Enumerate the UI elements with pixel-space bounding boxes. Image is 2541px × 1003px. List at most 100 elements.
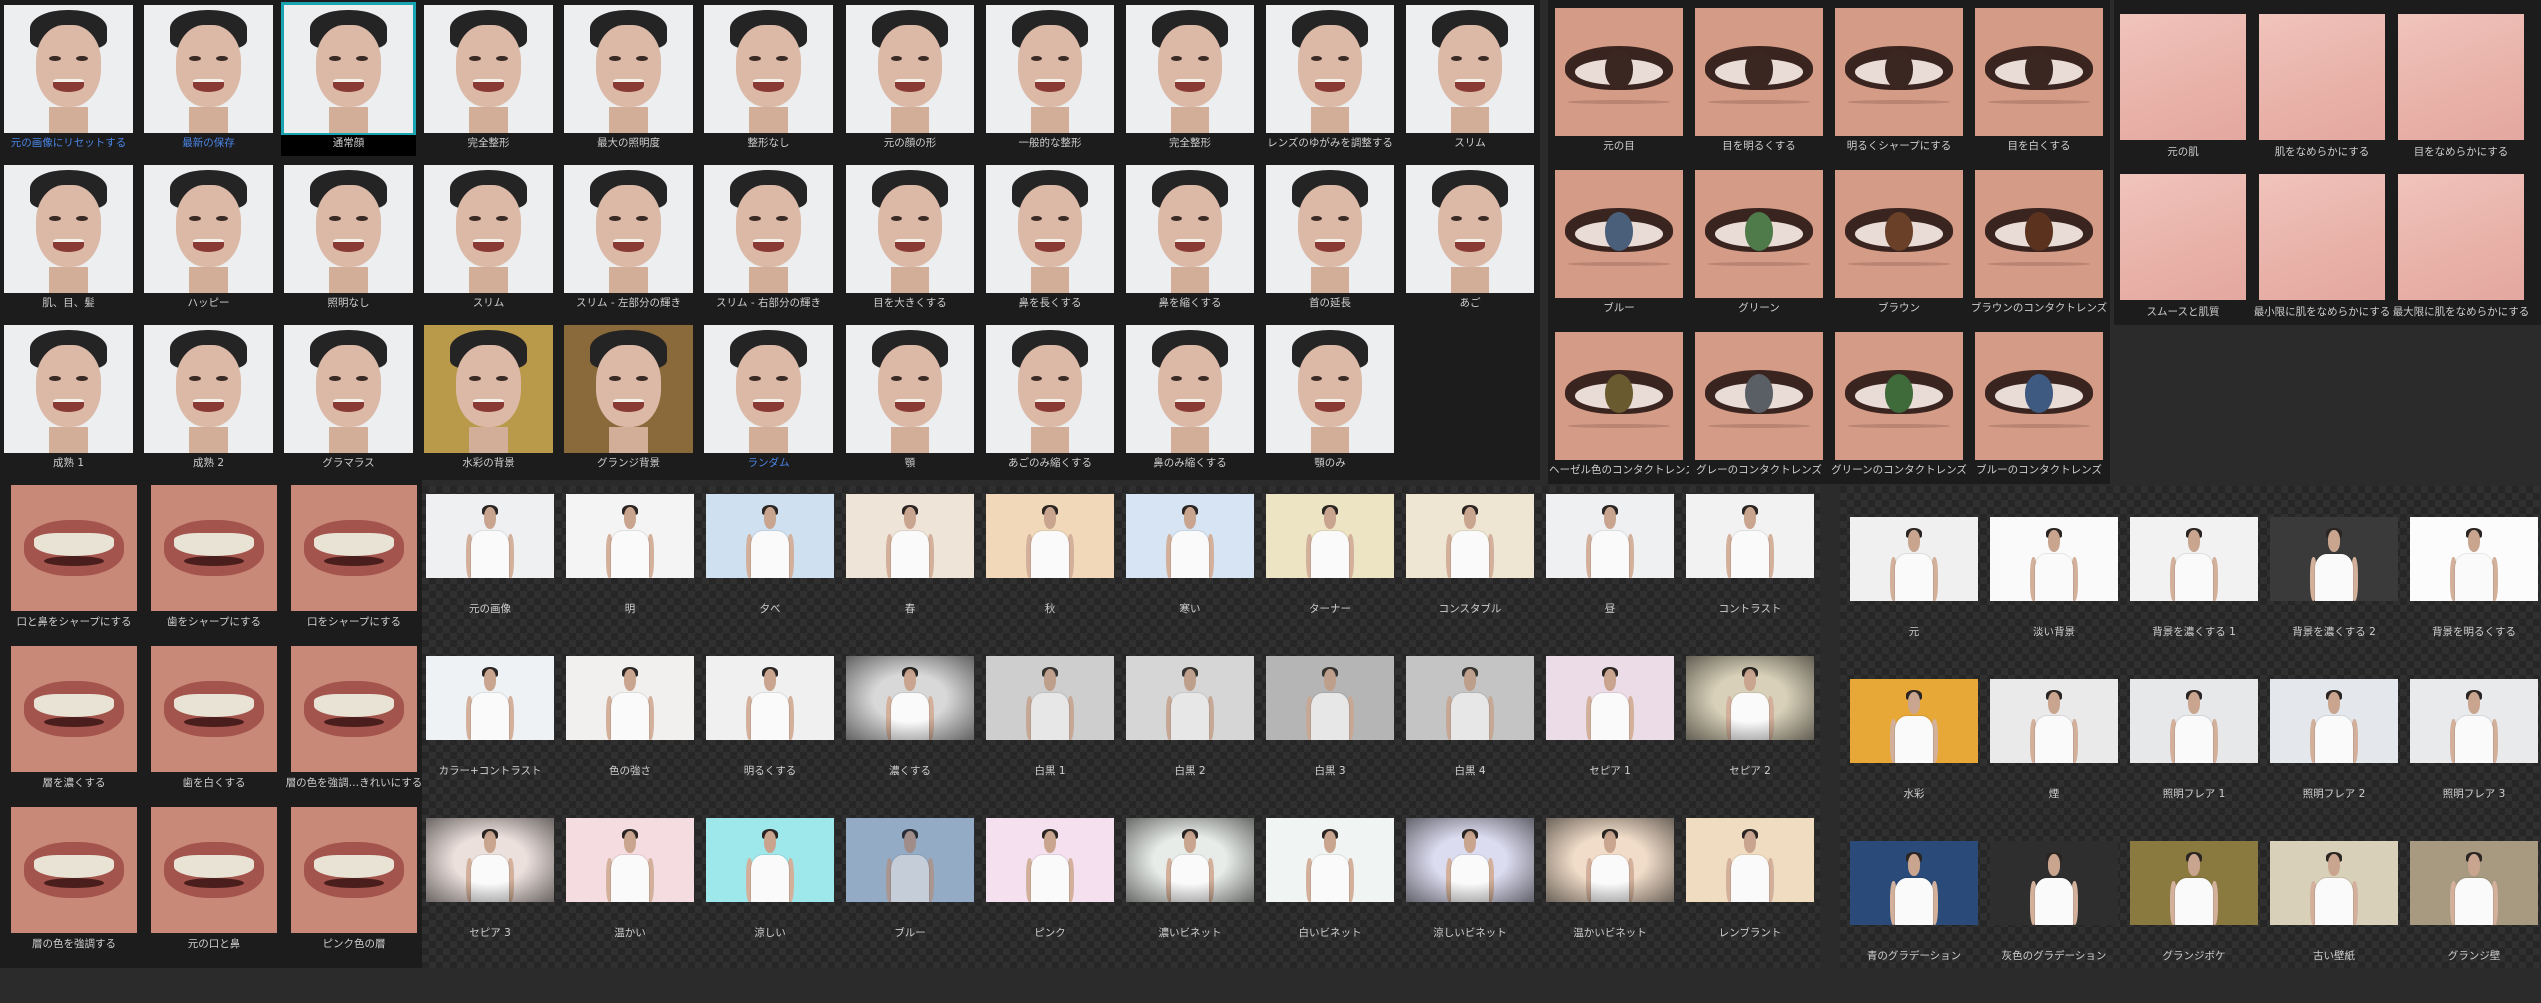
mouth-preset[interactable]: 層の色を強調する — [11, 807, 137, 968]
face-preset[interactable]: 元の画像にリセットする — [4, 5, 133, 165]
background-preset[interactable]: 古い壁紙 — [2270, 841, 2398, 1003]
style-preset[interactable]: 涼しい — [706, 818, 834, 980]
style-preset[interactable]: 夕べ — [706, 494, 834, 656]
background-preset[interactable]: 煙 — [1990, 679, 2118, 841]
style-preset[interactable]: 白黒 1 — [986, 656, 1114, 818]
skin-preset[interactable]: スムースと肌質 — [2120, 174, 2246, 334]
face-shape-preset[interactable]: スリム — [1406, 5, 1534, 165]
face-shape-preset[interactable]: 首の延長 — [1266, 165, 1394, 325]
style-preset[interactable]: レンブラント — [1686, 818, 1814, 980]
face-preset[interactable]: 成熟 2 — [144, 325, 273, 485]
style-preset[interactable]: 濃いビネット — [1126, 818, 1254, 980]
face-preset[interactable]: 最大の照明度 — [564, 5, 693, 165]
face-preset[interactable]: 水彩の背景 — [424, 325, 553, 485]
background-preset[interactable]: 背景を明るくする — [2410, 517, 2538, 679]
eye-preset[interactable]: 元の目 — [1555, 8, 1683, 170]
style-preset[interactable]: 秋 — [986, 494, 1114, 656]
eye-preset[interactable]: ヘーゼル色のコンタクトレンズ — [1549, 332, 1689, 494]
mouth-preset[interactable]: 層を濃くする — [11, 646, 137, 807]
face-preset[interactable]: 完全整形 — [424, 5, 553, 165]
mouth-preset[interactable]: ピンク色の層 — [291, 807, 417, 968]
background-preset[interactable]: 背景を濃くする 1 — [2130, 517, 2258, 679]
face-preset[interactable]: スリム - 右部分の輝き — [704, 165, 833, 325]
style-preset[interactable]: 白いビネット — [1266, 818, 1394, 980]
face-preset[interactable]: 成熟 1 — [4, 325, 133, 485]
face-preset[interactable]: ランダム — [704, 325, 833, 485]
face-shape-preset[interactable]: あごのみ縮くする — [986, 325, 1114, 485]
eye-preset[interactable]: ブラウンのコンタクトレンズ — [1971, 170, 2107, 332]
face-preset[interactable]: 照明なし — [284, 165, 413, 325]
skin-preset[interactable]: 肌をなめらかにする — [2259, 14, 2385, 174]
face-preset[interactable]: スリム — [424, 165, 553, 325]
face-shape-preset[interactable]: 鼻を長くする — [986, 165, 1114, 325]
background-preset[interactable]: グランジ壁 — [2410, 841, 2538, 1003]
style-preset[interactable]: 昼 — [1546, 494, 1674, 656]
mouth-preset[interactable]: 層の色を強調…きれいにする — [286, 646, 422, 807]
style-preset[interactable]: ブルー — [846, 818, 974, 980]
mouth-preset[interactable]: 歯をシャープにする — [151, 485, 277, 646]
face-preset[interactable]: 最新の保存 — [144, 5, 273, 165]
skin-preset[interactable]: 最大限に肌をなめらかにする — [2393, 174, 2529, 334]
eye-preset[interactable]: ブルー — [1555, 170, 1683, 332]
face-shape-preset[interactable]: 鼻を縮くする — [1126, 165, 1254, 325]
style-preset[interactable]: ターナー — [1266, 494, 1394, 656]
mouth-preset[interactable]: 歯を白くする — [151, 646, 277, 807]
style-preset[interactable]: 白黒 2 — [1126, 656, 1254, 818]
eye-preset[interactable]: グリーン — [1695, 170, 1823, 332]
style-preset[interactable]: 涼しいビネット — [1406, 818, 1534, 980]
eye-preset[interactable]: グリーンのコンタクトレンズ — [1831, 332, 1967, 494]
style-preset[interactable]: セピア 3 — [426, 818, 554, 980]
face-preset[interactable]: グラマラス — [284, 325, 413, 485]
style-preset[interactable]: 温かい — [566, 818, 694, 980]
face-preset[interactable]: スリム - 左部分の輝き — [564, 165, 693, 325]
style-preset[interactable]: セピア 2 — [1686, 656, 1814, 818]
background-preset[interactable]: 淡い背景 — [1990, 517, 2118, 679]
eye-preset[interactable]: 明るくシャープにする — [1835, 8, 1963, 170]
style-preset[interactable]: コントラスト — [1686, 494, 1814, 656]
style-preset[interactable]: 寒い — [1126, 494, 1254, 656]
face-preset[interactable]: 肌、目、髪 — [4, 165, 133, 325]
mouth-preset[interactable]: 元の口と鼻 — [151, 807, 277, 968]
style-preset[interactable]: 色の強さ — [566, 656, 694, 818]
style-preset[interactable]: 濃くする — [846, 656, 974, 818]
face-shape-preset[interactable]: あご — [1406, 165, 1534, 325]
background-preset[interactable]: 照明フレア 3 — [2410, 679, 2538, 841]
background-preset[interactable]: 背景を濃くする 2 — [2270, 517, 2398, 679]
face-shape-preset[interactable]: 顎 — [846, 325, 974, 485]
style-preset[interactable]: 元の画像 — [426, 494, 554, 656]
style-preset[interactable]: ピンク — [986, 818, 1114, 980]
face-shape-preset[interactable]: 鼻のみ縮くする — [1126, 325, 1254, 485]
mouth-preset[interactable]: 口と鼻をシャープにする — [11, 485, 137, 646]
eye-preset[interactable]: ブルーのコンタクトレンズ — [1975, 332, 2103, 494]
face-preset[interactable]: グランジ背景 — [564, 325, 693, 485]
style-preset[interactable]: カラー+コントラスト — [426, 656, 554, 818]
background-preset[interactable]: グランジボケ — [2130, 841, 2258, 1003]
style-preset[interactable]: 白黒 3 — [1266, 656, 1394, 818]
background-preset[interactable]: 照明フレア 2 — [2270, 679, 2398, 841]
face-preset[interactable]: ハッピー — [144, 165, 273, 325]
background-preset[interactable]: 照明フレア 1 — [2130, 679, 2258, 841]
skin-preset[interactable]: 最小限に肌をなめらかにする — [2254, 174, 2390, 334]
style-preset[interactable]: 白黒 4 — [1406, 656, 1534, 818]
mouth-preset[interactable]: 口をシャープにする — [291, 485, 417, 646]
background-preset[interactable]: 青のグラデーション — [1850, 841, 1978, 1003]
style-preset[interactable]: 明 — [566, 494, 694, 656]
face-preset[interactable]: 通常顔 — [281, 2, 416, 165]
face-shape-preset[interactable]: 一般的な整形 — [986, 5, 1114, 165]
style-preset[interactable]: セピア 1 — [1546, 656, 1674, 818]
eye-preset[interactable]: ブラウン — [1835, 170, 1963, 332]
face-shape-preset[interactable]: 目を大きくする — [846, 165, 974, 325]
eye-preset[interactable]: 目を白くする — [1975, 8, 2103, 170]
face-shape-preset[interactable]: 顎のみ — [1266, 325, 1394, 485]
style-preset[interactable]: 温かいビネット — [1546, 818, 1674, 980]
face-shape-preset[interactable]: 完全整形 — [1126, 5, 1254, 165]
style-preset[interactable]: 明るくする — [706, 656, 834, 818]
face-shape-preset[interactable]: レンズのゆがみを調整する — [1266, 5, 1394, 165]
background-preset[interactable]: 元 — [1850, 517, 1978, 679]
background-preset[interactable]: 灰色のグラデーション — [1990, 841, 2118, 1003]
style-preset[interactable]: 春 — [846, 494, 974, 656]
skin-preset[interactable]: 元の肌 — [2120, 14, 2246, 174]
face-preset[interactable]: 整形なし — [704, 5, 833, 165]
eye-preset[interactable]: 目を明るくする — [1695, 8, 1823, 170]
background-preset[interactable]: 水彩 — [1850, 679, 1978, 841]
